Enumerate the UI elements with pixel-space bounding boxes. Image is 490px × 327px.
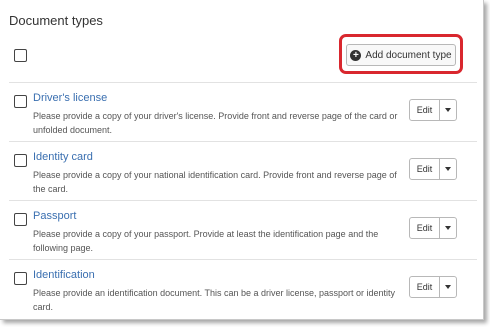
document-type-row: Passport Please provide a copy of your p… bbox=[0, 205, 483, 263]
edit-button[interactable]: Edit bbox=[410, 100, 440, 120]
document-type-description: Please provide a copy of your national i… bbox=[33, 170, 397, 194]
divider bbox=[9, 259, 477, 260]
divider bbox=[9, 82, 477, 83]
caret-down-icon bbox=[445, 167, 451, 171]
edit-button-group: Edit bbox=[409, 276, 457, 298]
edit-button-group: Edit bbox=[409, 158, 457, 180]
divider bbox=[9, 141, 477, 142]
caret-down-icon bbox=[445, 226, 451, 230]
edit-button[interactable]: Edit bbox=[410, 277, 440, 297]
document-type-name[interactable]: Driver's license bbox=[33, 92, 107, 104]
edit-button[interactable]: Edit bbox=[410, 218, 440, 238]
edit-dropdown-toggle[interactable] bbox=[440, 218, 456, 238]
document-type-name[interactable]: Identity card bbox=[33, 151, 93, 163]
document-type-row: Identity card Please provide a copy of y… bbox=[0, 146, 483, 204]
row-checkbox[interactable] bbox=[14, 95, 27, 108]
row-checkbox[interactable] bbox=[14, 213, 27, 226]
caret-down-icon bbox=[445, 285, 451, 289]
plus-circle-icon: + bbox=[350, 49, 362, 61]
document-type-name[interactable]: Passport bbox=[33, 210, 76, 222]
edit-button[interactable]: Edit bbox=[410, 159, 440, 179]
document-type-description: Please provide a copy of your driver's l… bbox=[33, 111, 398, 135]
edit-dropdown-toggle[interactable] bbox=[440, 159, 456, 179]
row-checkbox[interactable] bbox=[14, 272, 27, 285]
section-title: Document types bbox=[9, 13, 103, 28]
document-types-panel: Document types + Add document type Drive… bbox=[0, 0, 484, 320]
edit-dropdown-toggle[interactable] bbox=[440, 277, 456, 297]
add-document-type-button[interactable]: + Add document type bbox=[346, 44, 456, 66]
divider bbox=[9, 200, 477, 201]
document-type-row: Identification Please provide an identif… bbox=[0, 264, 483, 319]
add-document-type-label: Add document type bbox=[365, 49, 452, 61]
document-type-description: Please provide an identification documen… bbox=[33, 288, 396, 312]
document-type-row: Driver's license Please provide a copy o… bbox=[0, 87, 483, 145]
select-all-checkbox[interactable] bbox=[14, 49, 27, 62]
document-type-name[interactable]: Identification bbox=[33, 269, 95, 281]
edit-button-group: Edit bbox=[409, 217, 457, 239]
caret-down-icon bbox=[445, 108, 451, 112]
document-type-description: Please provide a copy of your passport. … bbox=[33, 229, 379, 253]
edit-dropdown-toggle[interactable] bbox=[440, 100, 456, 120]
edit-button-group: Edit bbox=[409, 99, 457, 121]
row-checkbox[interactable] bbox=[14, 154, 27, 167]
